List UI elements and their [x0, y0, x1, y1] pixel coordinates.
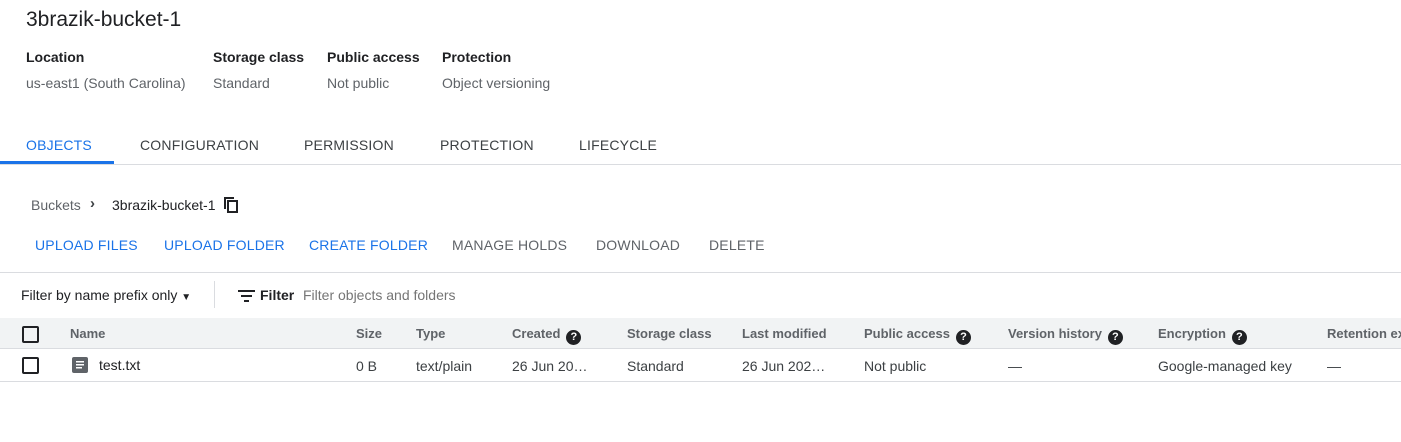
cell-public-access: Not public [864, 358, 927, 374]
active-tab-indicator [0, 161, 114, 164]
create-folder-button[interactable]: CREATE FOLDER [309, 237, 428, 253]
help-icon[interactable]: ? [1231, 330, 1247, 345]
tab-lifecycle[interactable]: LIFECYCLE [579, 137, 657, 153]
column-version-history[interactable]: Version history? [1008, 326, 1123, 345]
page-title: 3brazik-bucket-1 [26, 8, 182, 31]
file-name-link[interactable]: test.txt [99, 357, 140, 373]
column-public-access-label: Public access [864, 326, 950, 341]
row-checkbox[interactable] [22, 357, 39, 374]
select-all-checkbox[interactable] [22, 326, 39, 343]
column-created[interactable]: Created? [512, 326, 582, 345]
filter-mode-label: Filter by name prefix only [21, 287, 178, 303]
tab-configuration[interactable]: CONFIGURATION [140, 137, 259, 153]
filter-icon [238, 289, 255, 302]
breadcrumb-buckets[interactable]: Buckets [31, 197, 81, 213]
column-size[interactable]: Size [356, 326, 382, 341]
column-type[interactable]: Type [416, 326, 445, 341]
column-name[interactable]: Name [70, 326, 105, 341]
column-created-label: Created [512, 326, 561, 341]
meta-value-public-access: Not public [327, 75, 390, 91]
meta-label-public-access: Public access [327, 49, 420, 65]
cell-type: text/plain [416, 358, 473, 374]
meta-value-protection: Object versioning [442, 75, 551, 91]
column-retention[interactable]: Retention ex [1327, 326, 1401, 341]
cell-size: 0 B [356, 358, 378, 374]
column-encryption[interactable]: Encryption? [1158, 326, 1247, 345]
meta-value-storage-class: Standard [213, 75, 270, 91]
file-icon [72, 357, 88, 373]
cell-encryption: Google-managed key [1158, 358, 1292, 374]
cell-storage-class: Standard [627, 358, 684, 374]
upload-folder-button[interactable]: UPLOAD FOLDER [164, 237, 285, 253]
column-version-history-label: Version history [1008, 326, 1102, 341]
column-public-access[interactable]: Public access? [864, 326, 971, 345]
delete-button[interactable]: DELETE [709, 237, 765, 253]
help-icon[interactable]: ? [1107, 330, 1123, 345]
meta-label-protection: Protection [442, 49, 512, 65]
manage-holds-button[interactable]: MANAGE HOLDS [452, 237, 567, 253]
filter-label: Filter [260, 287, 295, 303]
cell-version-history: — [1008, 358, 1022, 374]
help-icon[interactable]: ? [956, 330, 971, 345]
breadcrumb-current: 3brazik-bucket-1 [112, 197, 216, 213]
row-divider [0, 381, 1401, 382]
meta-value-location: us-east1 (South Carolina) [26, 75, 186, 91]
column-storage-class[interactable]: Storage class [627, 326, 712, 341]
download-button[interactable]: DOWNLOAD [596, 237, 680, 253]
filter-divider [214, 281, 215, 308]
copy-icon[interactable] [224, 197, 239, 213]
column-encryption-label: Encryption [1158, 326, 1226, 341]
meta-label-storage-class: Storage class [213, 49, 305, 65]
tab-protection[interactable]: PROTECTION [440, 137, 534, 153]
upload-files-button[interactable]: UPLOAD FILES [35, 237, 138, 253]
cell-last-modified: 26 Jun 202… [742, 358, 826, 374]
filter-mode-select[interactable]: Filter by name prefix only ▼ [21, 287, 191, 303]
help-icon[interactable]: ? [566, 330, 582, 345]
chevron-right-icon: › [90, 195, 95, 212]
divider [0, 272, 1401, 273]
tab-divider [0, 164, 1401, 165]
tab-objects[interactable]: OBJECTS [26, 137, 92, 153]
cell-created: 26 Jun 20… [512, 358, 588, 374]
meta-label-location: Location [26, 49, 85, 65]
cell-retention: — [1327, 358, 1341, 374]
dropdown-arrow-icon: ▼ [181, 292, 192, 303]
column-last-modified[interactable]: Last modified [742, 326, 827, 341]
filter-input[interactable] [303, 281, 903, 309]
tab-permission[interactable]: PERMISSION [304, 137, 394, 153]
